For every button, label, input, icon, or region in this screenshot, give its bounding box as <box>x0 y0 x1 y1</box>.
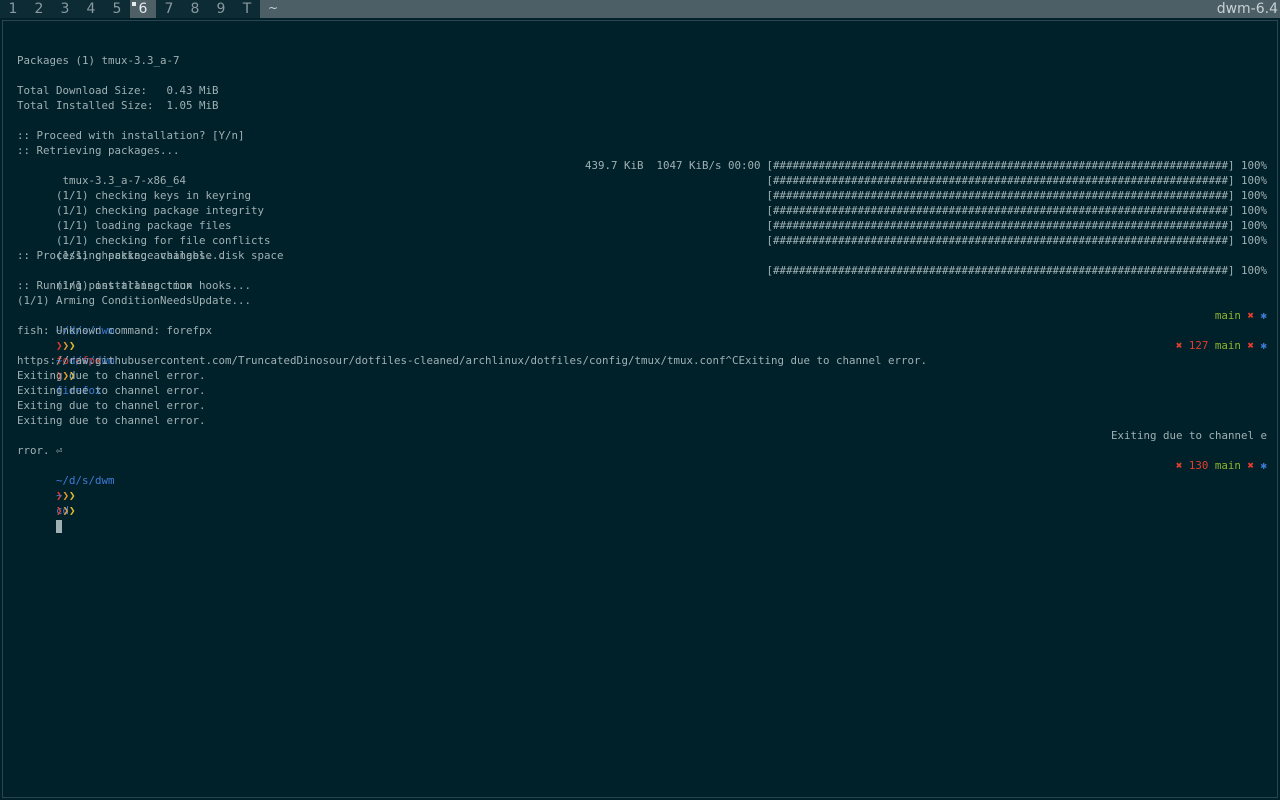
progress-bar: [#######################################… <box>766 264 1267 277</box>
progress-bar: [#######################################… <box>766 219 1267 232</box>
staged-icon: ✱ <box>1260 309 1267 322</box>
exit-code: ✖ 127 <box>1175 339 1209 352</box>
wrapped-tail-line: rror. <box>17 444 50 457</box>
dwm-status-bar: 1 2 3 4 5 6 7 8 9 T ~ dwm-6.4 <box>0 0 1280 18</box>
wrapped-line: ⏎ Exiting due to channel e <box>17 428 1267 457</box>
proceed-line: :: Proceed with installation? [Y/n] <box>17 129 245 142</box>
download-row: tmux-3.3_a-7-x86_64 439.7 KiB 1047 KiB/s… <box>17 158 1267 187</box>
progress-bar: [#######################################… <box>766 234 1267 247</box>
terminal-output: Packages (1) tmux-3.3_a-7 Total Download… <box>17 53 1267 533</box>
installing-line: (1/1) installing tmux [#################… <box>17 263 1267 292</box>
packages-line: Packages (1) tmux-3.3_a-7 <box>17 54 180 67</box>
dirty-icon: ✖ <box>1247 309 1254 322</box>
prompt-line: ~/d/s/dwm ❯❯❯ cd ✖ 130 main ✖ ✱ <box>17 458 1267 517</box>
exit-code: ✖ 130 <box>1175 459 1209 472</box>
prompt-line: ~/d/s/dwm ❯❯❯ firefox ✖ 127 main ✖ ✱ <box>17 338 1267 397</box>
step-line: (1/1) checking package integrity [######… <box>17 188 1267 217</box>
current-prompt-line[interactable]: ~ ❯❯❯ <box>17 473 1267 533</box>
fish-error-line: fish: Unknown command: forefpx <box>17 324 213 337</box>
progress-bar: [#######################################… <box>766 189 1267 202</box>
download-stats: 439.7 KiB 1047 KiB/s 00:00 <box>584 159 767 172</box>
staged-icon: ✱ <box>1260 339 1267 352</box>
channel-error-line: Exiting due to channel error. <box>17 369 206 382</box>
step-line: (1/1) checking available disk space [###… <box>17 233 1267 262</box>
tag-8[interactable]: 8 <box>182 0 208 18</box>
tag-5[interactable]: 5 <box>104 0 130 18</box>
retrieving-line: :: Retrieving packages... <box>17 144 180 157</box>
channel-error-line: Exiting due to channel error. <box>17 414 206 427</box>
prompt-arrow: ❯ <box>69 489 76 502</box>
dirty-icon: ✖ <box>1247 339 1254 352</box>
progress-bar: [#######################################… <box>766 159 1267 172</box>
wrapped-error: Exiting due to channel e <box>1110 429 1267 442</box>
processing-line: :: Processing package changes... <box>17 249 226 262</box>
arming-line: (1/1) Arming ConditionNeedsUpdate... <box>17 294 252 307</box>
git-status: ✖ 127 main ✖ ✱ <box>1176 338 1267 353</box>
tag-4[interactable]: 4 <box>78 0 104 18</box>
dirty-icon: ✖ <box>1247 459 1254 472</box>
hooks-line: :: Running post-transaction hooks... <box>17 279 252 292</box>
tag-3[interactable]: 3 <box>52 0 78 18</box>
channel-error-line: Exiting due to channel error. <box>17 384 206 397</box>
tag-7[interactable]: 7 <box>156 0 182 18</box>
status-text: dwm-6.4 <box>1214 0 1280 18</box>
tag-6-selected[interactable]: 6 <box>130 0 156 18</box>
tag-9[interactable]: 9 <box>208 0 234 18</box>
tag-t[interactable]: T <box>234 0 260 18</box>
prompt-arrows: ❯❯❯ <box>56 504 76 517</box>
download-size-line: Total Download Size: 0.43 MiB <box>17 84 219 97</box>
git-status: ✖ 130 main ✖ ✱ <box>1176 458 1267 473</box>
step-line: (1/1) checking keys in keyring [########… <box>17 173 1267 202</box>
text-cursor[interactable] <box>56 519 63 533</box>
channel-error-line: Exiting due to channel error. <box>17 399 206 412</box>
tag-2[interactable]: 2 <box>26 0 52 18</box>
tag-1[interactable]: 1 <box>0 0 26 18</box>
step-line: (1/1) checking for file conflicts [#####… <box>17 218 1267 247</box>
git-branch: main <box>1214 309 1241 322</box>
terminal-window[interactable]: Packages (1) tmux-3.3_a-7 Total Download… <box>2 20 1278 798</box>
progress-bar: [#######################################… <box>766 204 1267 217</box>
progress-bar: [#######################################… <box>766 174 1267 187</box>
prompt-line: ~/d/s/dwm ❯❯❯ forefpx main ✖ ✱ <box>17 308 1267 367</box>
git-branch: main <box>1214 459 1241 472</box>
staged-icon: ✱ <box>1260 459 1267 472</box>
step-line: (1/1) loading package files [###########… <box>17 203 1267 232</box>
window-title: ~ <box>260 0 1215 18</box>
git-status: main ✖ ✱ <box>1215 308 1267 323</box>
url-line: https://raw.githubusercontent.com/Trunca… <box>17 354 928 367</box>
home-path: ~ <box>56 489 63 502</box>
installed-size-line: Total Installed Size: 1.05 MiB <box>17 99 219 112</box>
prompt-arrow: ❯ <box>69 504 76 517</box>
git-branch: main <box>1214 339 1241 352</box>
